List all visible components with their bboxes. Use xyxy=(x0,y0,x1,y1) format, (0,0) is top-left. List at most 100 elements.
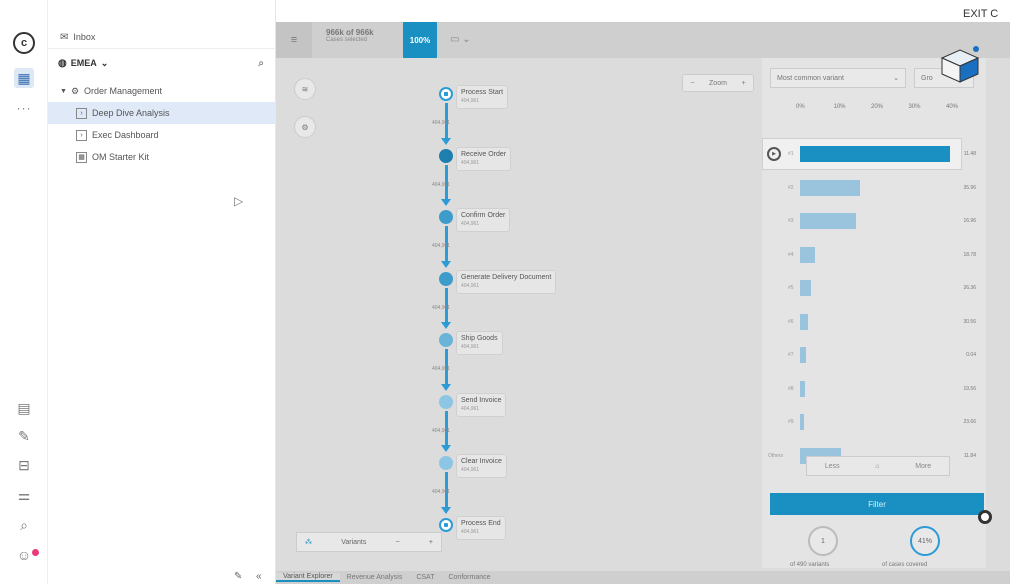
activity-label[interactable]: Confirm Order 404,961 xyxy=(456,208,511,232)
variant-bar[interactable] xyxy=(800,246,815,263)
axis-tick-label: 10% xyxy=(833,104,846,110)
activity-label[interactable]: Send Invoice 404,961 xyxy=(456,392,507,417)
edge-arrow-icon xyxy=(441,137,451,145)
activity-label[interactable]: Ship Goods 404,961 xyxy=(456,331,503,355)
tree-item-label: Exec Dashboard xyxy=(92,130,159,140)
data-icon[interactable]: ▤ xyxy=(14,398,34,418)
variant-bar[interactable] xyxy=(800,179,860,196)
activity-node[interactable] xyxy=(439,394,453,409)
exit-button[interactable]: EXIT C xyxy=(963,8,998,20)
activity-node[interactable] xyxy=(439,456,453,470)
variant-rank-label: #7 xyxy=(788,352,794,358)
variant-mode-select[interactable]: Most common variant ⌄ xyxy=(770,68,906,88)
variant-duration-value: 19.56 xyxy=(963,385,976,392)
sliders-icon[interactable]: ⚌ xyxy=(14,485,34,505)
edge-count: 404,961 xyxy=(432,304,451,311)
variant-bar[interactable] xyxy=(800,280,812,296)
assistant-cube-icon[interactable] xyxy=(938,44,982,84)
variant-duration-value: 35.96 xyxy=(963,184,976,191)
inbox-link[interactable]: ✉ Inbox xyxy=(48,26,276,48)
activity-count: 404,961 xyxy=(461,405,480,412)
variant-rank-label: #1 xyxy=(788,151,794,157)
activity-name: Ship Goods xyxy=(461,335,498,342)
tab-variant-explorer[interactable]: Variant Explorer xyxy=(276,573,340,582)
activity-label[interactable]: Process Start 404,961 xyxy=(456,85,509,109)
menu-icon[interactable]: ≡ xyxy=(276,22,312,58)
variant-bar[interactable] xyxy=(800,414,804,430)
app-rail: c ▦ ··· ▤ ✎ ⊟ ⚌ ⌕ ☺ xyxy=(0,0,48,584)
tab-csat[interactable]: CSAT xyxy=(409,574,441,581)
home-icon[interactable]: ⌂ xyxy=(875,463,879,470)
cases-percent-badge: 100% xyxy=(403,22,437,58)
activity-label[interactable]: Generate Delivery Document 404,961 xyxy=(456,269,557,294)
pin-icon[interactable]: ✎ xyxy=(234,571,242,582)
activity-label[interactable]: Clear Invoice 404,961 xyxy=(456,454,507,478)
user-icon[interactable]: ☺ xyxy=(14,545,34,565)
collapse-icon[interactable]: « xyxy=(256,571,262,582)
settings-button[interactable]: ⚙ xyxy=(294,116,316,138)
variants-count-value: 1 xyxy=(821,537,825,545)
variant-bar[interactable] xyxy=(800,313,808,330)
package-icon[interactable]: ⊟ xyxy=(14,455,34,475)
edge-count: 404,961 xyxy=(432,181,451,188)
cases-covered-circle: 41% xyxy=(910,526,940,556)
more-button[interactable]: More xyxy=(915,463,931,470)
zoom-out-button[interactable]: − xyxy=(690,80,694,87)
start-play-icon xyxy=(444,92,448,96)
variant-bar[interactable] xyxy=(800,347,806,363)
edit-icon[interactable]: ✎ xyxy=(14,426,34,446)
activity-count: 404,961 xyxy=(461,221,480,227)
tree-item-label: Order Management xyxy=(84,86,163,96)
variants-increase-button[interactable]: + xyxy=(429,539,433,546)
variant-duration-value: 23.66 xyxy=(963,419,976,425)
edge-arrow-icon xyxy=(441,445,451,452)
tree-item-deep-dive-analysis[interactable]: › Deep Dive Analysis xyxy=(48,102,276,124)
more-dots-icon[interactable]: ··· xyxy=(14,98,34,118)
tree-search-icon[interactable]: ⌕ xyxy=(258,58,264,69)
layers-button[interactable]: ≋ xyxy=(294,78,316,100)
help-icon[interactable] xyxy=(978,510,992,524)
axis-tick-label: 0% xyxy=(796,104,805,110)
less-button[interactable]: Less xyxy=(825,463,840,470)
caret-down-icon: ▼ xyxy=(60,87,67,95)
activity-node[interactable] xyxy=(439,517,453,532)
apps-grid-icon[interactable]: ▦ xyxy=(14,68,34,88)
search-icon[interactable]: ⌕ xyxy=(14,515,34,535)
celonis-logo-icon[interactable]: c xyxy=(13,32,35,54)
filter-button[interactable]: Filter xyxy=(770,493,984,515)
tree-item-exec-dashboard[interactable]: › Exec Dashboard xyxy=(48,124,276,146)
play-icon[interactable]: ▶ xyxy=(767,147,781,161)
activity-node[interactable] xyxy=(439,210,453,224)
tree-item-order-management[interactable]: ▼ ⚙ Order Management xyxy=(48,80,276,102)
variant-duration-value: 26.36 xyxy=(963,285,976,291)
activity-name: Confirm Order xyxy=(461,212,506,219)
edge-arrow-icon xyxy=(441,199,451,206)
activity-node[interactable] xyxy=(439,333,453,347)
end-stop-icon xyxy=(444,522,448,527)
tree-item-label: Deep Dive Analysis xyxy=(92,108,170,118)
activity-label[interactable]: Process End 404,961 xyxy=(456,515,506,540)
workspace-selector[interactable]: ◍ EMEA ⌄ ⌕ xyxy=(48,52,276,74)
activity-label[interactable]: Receive Order 404,961 xyxy=(456,146,512,171)
variant-bar[interactable] xyxy=(800,213,857,229)
variants-count-caption: of 490 variants xyxy=(790,562,830,568)
tree-item-om-starter-kit[interactable]: ▦ OM Starter Kit xyxy=(48,146,276,168)
activity-node[interactable] xyxy=(439,87,453,101)
tab-conformance[interactable]: Conformance xyxy=(441,574,497,581)
chevron-down-icon: ⌄ xyxy=(893,75,899,82)
variants-decrease-button[interactable]: − xyxy=(396,539,400,546)
variant-bar[interactable] xyxy=(800,146,950,162)
activity-node[interactable] xyxy=(439,148,453,163)
variant-bar[interactable] xyxy=(800,380,805,397)
comment-dropdown-icon[interactable]: ▭ ⌄ xyxy=(450,34,471,45)
cases-sub: Cases selected xyxy=(326,37,368,43)
edge-count: 404,961 xyxy=(432,243,451,249)
zoom-in-button[interactable]: + xyxy=(742,80,746,87)
tab-revenue-analysis[interactable]: Revenue Analysis xyxy=(340,574,410,581)
cases-covered-caption: of cases covered xyxy=(882,562,928,568)
variant-duration-value: 16.96 xyxy=(963,218,976,224)
activity-name: Receive Order xyxy=(461,150,507,158)
edge-arrow-icon xyxy=(441,322,451,329)
activity-node[interactable] xyxy=(439,271,453,286)
globe-icon: ◍ xyxy=(58,57,67,69)
